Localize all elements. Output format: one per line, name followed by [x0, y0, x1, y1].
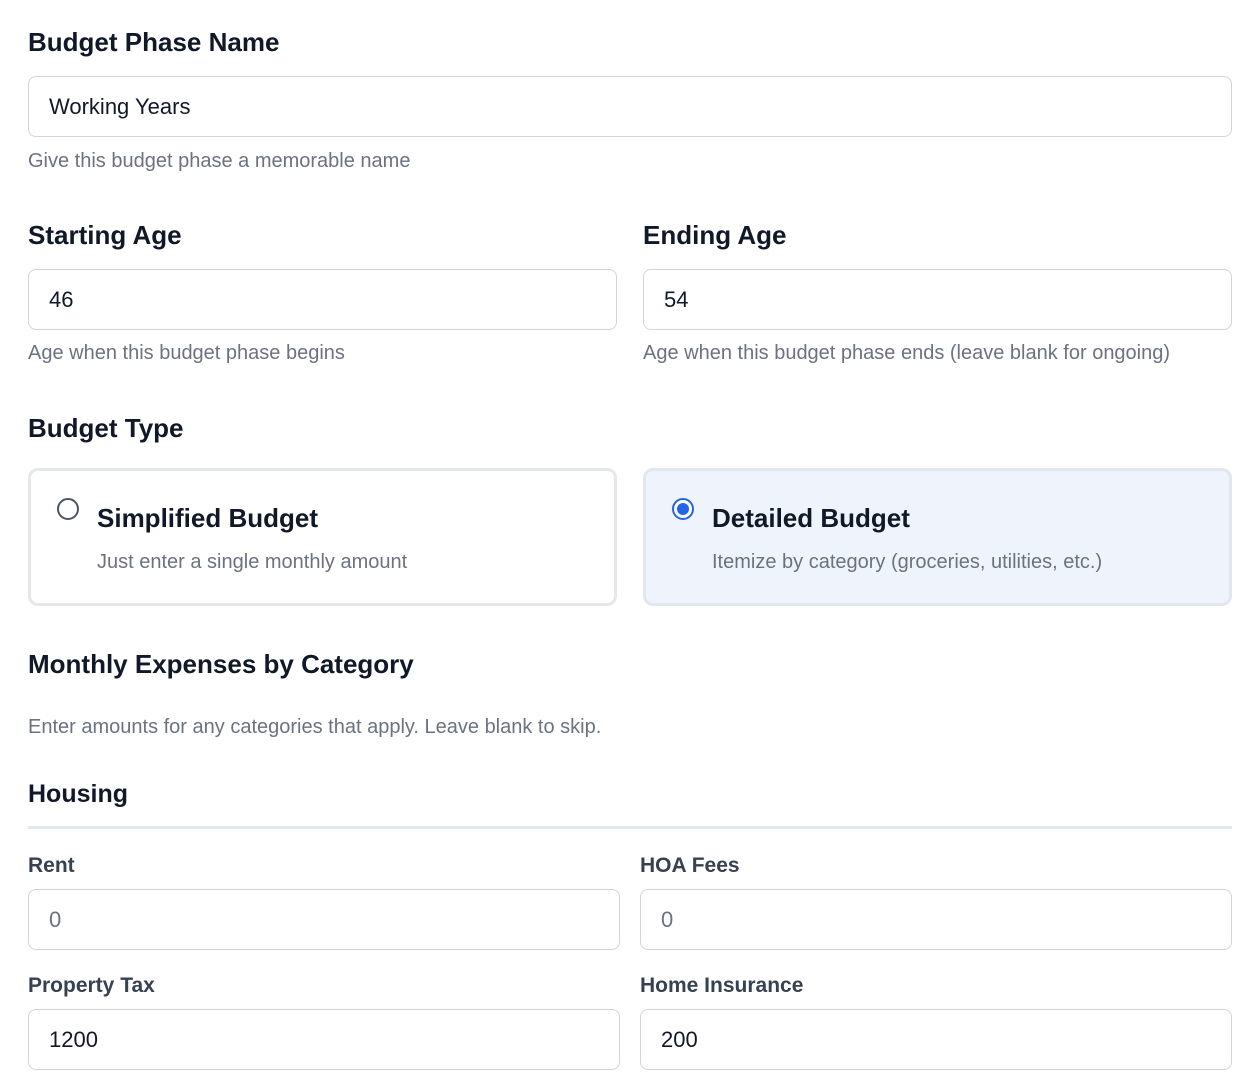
phase-name-help: Give this budget phase a memorable name	[28, 150, 411, 172]
detailed-budget-title: Detailed Budget	[712, 503, 910, 533]
housing-heading: Housing	[28, 780, 128, 808]
home-insurance-label: Home Insurance	[640, 974, 804, 997]
budget-type-label: Budget Type	[28, 413, 184, 443]
detailed-budget-option[interactable]: Detailed Budget Itemize by category (gro…	[643, 468, 1232, 606]
home-insurance-input[interactable]	[640, 1009, 1232, 1070]
budget-phase-form: Budget Phase Name Give this budget phase…	[0, 0, 1256, 1092]
simplified-budget-title: Simplified Budget	[97, 503, 318, 533]
starting-age-input[interactable]	[28, 269, 617, 330]
hoa-fees-label: HOA Fees	[640, 854, 740, 877]
ending-age-input[interactable]	[643, 269, 1232, 330]
monthly-expenses-heading: Monthly Expenses by Category	[28, 649, 414, 679]
property-tax-input[interactable]	[28, 1009, 620, 1070]
simplified-budget-option[interactable]: Simplified Budget Just enter a single mo…	[28, 468, 617, 606]
ending-age-help: Age when this budget phase ends (leave b…	[643, 342, 1171, 364]
starting-age-help: Age when this budget phase begins	[28, 342, 345, 364]
hoa-fees-input[interactable]	[640, 889, 1232, 950]
property-tax-label: Property Tax	[28, 974, 155, 997]
phase-name-label: Budget Phase Name	[28, 27, 280, 57]
monthly-expenses-help: Enter amounts for any categories that ap…	[28, 716, 602, 738]
starting-age-label: Starting Age	[28, 220, 182, 250]
simplified-budget-description: Just enter a single monthly amount	[97, 551, 408, 573]
phase-name-input[interactable]	[28, 76, 1232, 137]
detailed-budget-radio[interactable]	[672, 498, 694, 520]
detailed-budget-description: Itemize by category (groceries, utilitie…	[712, 551, 1103, 573]
simplified-budget-radio[interactable]	[57, 498, 79, 520]
rent-input[interactable]	[28, 889, 620, 950]
rent-label: Rent	[28, 854, 75, 877]
housing-divider	[28, 826, 1232, 829]
ending-age-label: Ending Age	[643, 220, 787, 250]
